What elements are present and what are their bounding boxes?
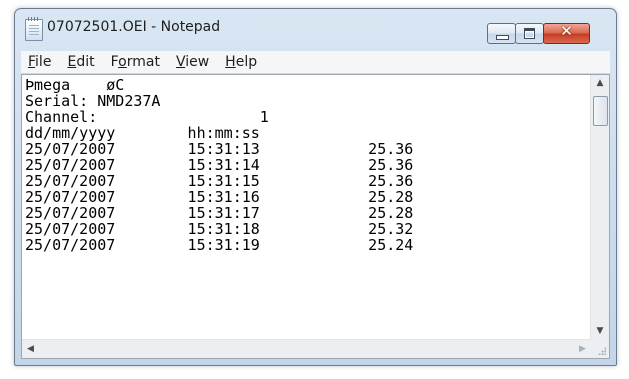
menu-view-accel: V — [175, 54, 186, 70]
maximize-icon — [524, 28, 535, 39]
menu-help-label: elp — [235, 54, 258, 70]
text-line: 25/07/2007 15:31:14 25.36 — [25, 156, 414, 174]
scroll-right-arrow-icon[interactable]: ▶ — [574, 340, 591, 358]
window-title: 07072501.OEI - Notepad — [47, 19, 221, 35]
maximize-button[interactable] — [515, 23, 544, 44]
menu-format-label: rmat — [126, 54, 160, 70]
menu-file[interactable]: File — [21, 54, 59, 70]
menu-help[interactable]: Help — [218, 54, 265, 70]
menu-edit-accel: E — [67, 54, 77, 70]
vertical-scroll-thumb[interactable] — [593, 96, 608, 126]
title-bar[interactable]: 07072501.OEI - Notepad ✕ — [15, 9, 616, 51]
minimize-button[interactable] — [487, 23, 516, 44]
minimize-icon — [496, 35, 509, 40]
menu-view[interactable]: View — [169, 54, 217, 70]
text-line: 25/07/2007 15:31:16 25.28 — [25, 188, 414, 206]
editor-pane[interactable]: Þmega øC Serial: NMD237A Channel: 1 dd/m… — [21, 74, 610, 359]
menu-file-accel: F — [28, 54, 36, 70]
menu-edit-label: dit — [76, 54, 95, 70]
notepad-window: 07072501.OEI - Notepad ✕ File Edit Forma… — [14, 8, 617, 366]
text-line: 25/07/2007 15:31:13 25.36 — [25, 140, 414, 158]
horizontal-scrollbar[interactable]: ◀ ▶ — [22, 339, 591, 358]
close-button[interactable]: ✕ — [543, 22, 590, 44]
menu-format-accel: o — [118, 54, 127, 70]
text-line: Þmega øC — [25, 76, 125, 94]
text-line: 25/07/2007 15:31:15 25.36 — [25, 172, 414, 190]
notepad-icon[interactable] — [25, 17, 43, 41]
scroll-down-arrow-icon[interactable]: ▼ — [591, 323, 609, 340]
text-line: Serial: NMD237A — [25, 92, 161, 110]
resize-grip-icon[interactable] — [591, 340, 609, 358]
text-line: dd/mm/yyyy hh:mm:ss — [25, 124, 260, 142]
text-content[interactable]: Þmega øC Serial: NMD237A Channel: 1 dd/m… — [22, 75, 591, 340]
scroll-up-arrow-icon[interactable]: ▲ — [591, 75, 609, 92]
scroll-left-arrow-icon[interactable]: ◀ — [22, 340, 39, 358]
vertical-scrollbar[interactable]: ▲ ▼ — [590, 75, 609, 340]
text-line: 25/07/2007 15:31:19 25.24 — [25, 236, 414, 254]
menu-file-label: ile — [35, 54, 52, 70]
menu-help-accel: H — [225, 54, 236, 70]
menu-edit[interactable]: Edit — [60, 54, 102, 70]
text-line: 25/07/2007 15:31:18 25.32 — [25, 220, 414, 238]
text-line: Channel: 1 — [25, 108, 269, 126]
close-icon: ✕ — [560, 22, 573, 40]
menu-format[interactable]: Format — [104, 54, 168, 70]
menu-format-prefix: F — [110, 54, 119, 70]
menu-bar: File Edit Format View Help — [21, 51, 610, 74]
text-line: 25/07/2007 15:31:17 25.28 — [25, 204, 414, 222]
menu-view-label: iew — [185, 54, 210, 70]
